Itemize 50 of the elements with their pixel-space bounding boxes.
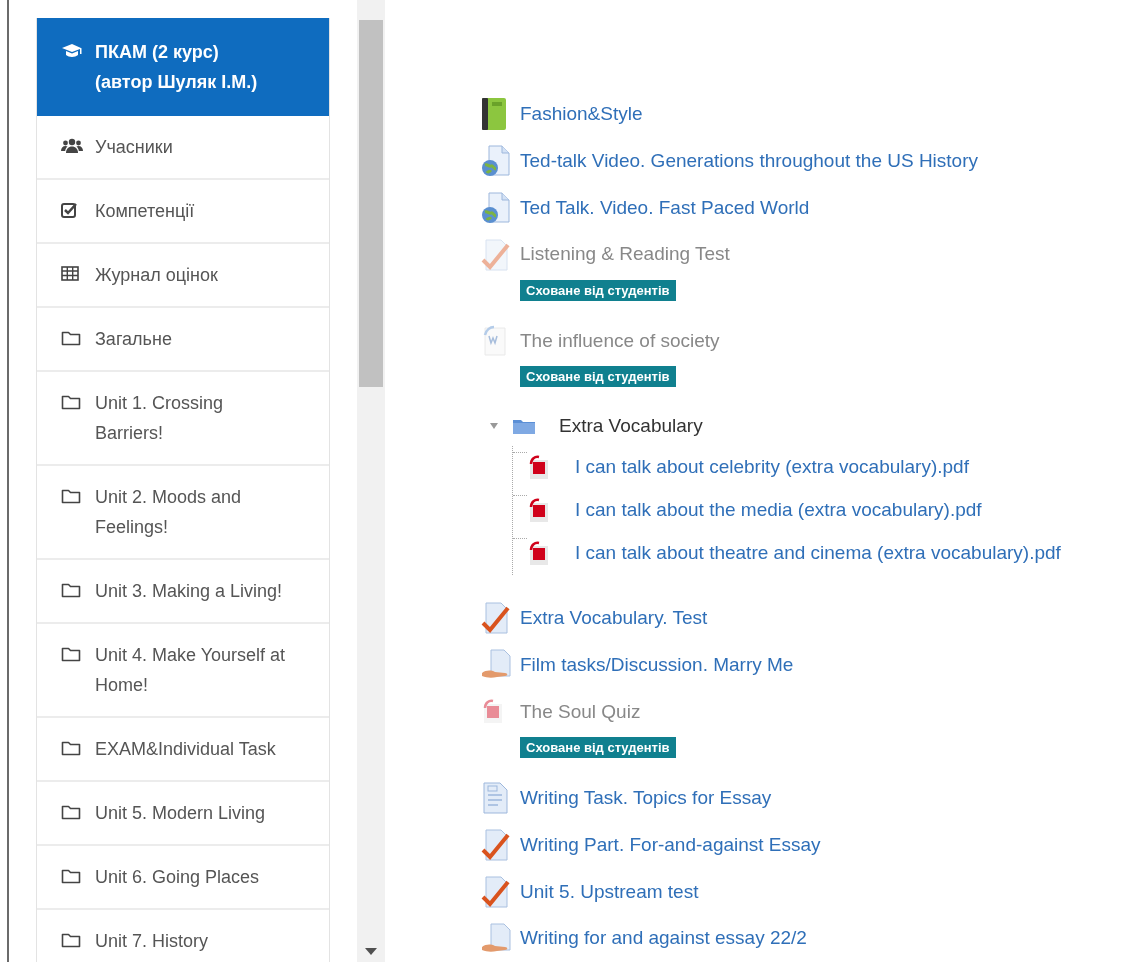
folder-icon	[61, 646, 81, 662]
users-icon	[61, 138, 83, 154]
checked-document-icon	[481, 829, 511, 862]
checked-document-icon	[481, 238, 511, 271]
folder-icon	[61, 330, 81, 346]
word-document-icon	[481, 325, 509, 358]
activity-link[interactable]: Extra Vocabulary. Test	[520, 604, 708, 633]
pdf-file-icon	[481, 698, 505, 725]
activity-link[interactable]: Ted Talk. Video. Fast Paced World	[520, 193, 810, 223]
hidden-badge: Сховане від студентів	[520, 279, 676, 301]
folder-icon	[61, 868, 81, 884]
folder-icon	[61, 582, 81, 598]
sidebar-item[interactable]: ПКАМ (2 курс) (автор Шуляк І.М.)	[37, 18, 329, 116]
hidden-badge: Сховане від студентів	[520, 366, 676, 388]
activity-link[interactable]: The Soul Quiz	[520, 697, 641, 727]
activity-link[interactable]: I can talk about celebrity (extra vocabulary).pdf	[575, 453, 969, 482]
activity-link[interactable]: Ted-talk Video. Generations throughout the US History	[520, 146, 978, 176]
activity-link[interactable]: I can talk about theatre and cinema (extra vocabulary).pdf	[575, 539, 1061, 568]
web-page-icon	[481, 191, 511, 224]
activity-link[interactable]: Fashion&Style	[520, 100, 643, 129]
table-icon	[61, 266, 79, 281]
activity-link[interactable]: Writing Part. For-and-against Essay	[520, 830, 821, 860]
scroll-down-icon[interactable]	[365, 948, 377, 955]
activity-link[interactable]: Extra Vocabulary	[559, 411, 703, 441]
graduation-cap-icon	[61, 43, 83, 59]
folder-icon	[61, 394, 81, 410]
activity-link[interactable]: Writing for and against essay 22/2	[520, 924, 807, 953]
activity-link[interactable]: Listening & Reading Test	[520, 240, 730, 269]
checkbox-icon	[61, 202, 79, 218]
folder-icon	[61, 932, 81, 948]
activity-link[interactable]: Unit 5. Upstream test	[520, 877, 699, 907]
folder-icon	[61, 488, 81, 504]
book-icon	[481, 97, 507, 132]
folder-icon	[61, 740, 81, 756]
caret-icon[interactable]	[489, 422, 499, 431]
document-icon	[481, 782, 509, 815]
pdf-file-icon	[527, 497, 551, 524]
pdf-file-icon	[527, 454, 551, 481]
hidden-badge: Сховане від студентів	[520, 737, 676, 759]
activity-link[interactable]: The influence of society	[520, 326, 720, 356]
web-page-icon	[481, 145, 511, 178]
folder-icon	[61, 804, 81, 820]
activity-link[interactable]: I can talk about the media (extra vocabulary).pdf	[575, 496, 982, 525]
folder-icon	[512, 417, 536, 436]
activity-link[interactable]: Film tasks/Discussion. Marry Me	[520, 650, 794, 680]
activity-link[interactable]: Writing Task. Topics for Essay	[520, 784, 772, 813]
pdf-file-icon	[527, 540, 551, 567]
checked-document-icon	[481, 602, 511, 635]
scrollbar-thumb[interactable]	[359, 20, 383, 387]
checked-document-icon	[481, 875, 511, 908]
